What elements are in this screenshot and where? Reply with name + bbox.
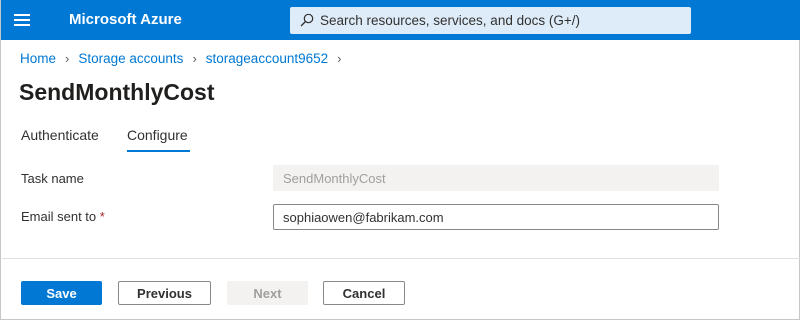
tab-configure[interactable]: Configure [127,127,188,143]
tab-authenticate[interactable]: Authenticate [21,127,99,143]
hamburger-icon[interactable] [14,14,30,26]
window-frame: Microsoft Azure Search resources, servic… [0,0,800,320]
email-label-text: Email sent to [21,209,97,224]
brand-title[interactable]: Microsoft Azure [69,11,182,28]
breadcrumb: Home › Storage accounts › storageaccount… [20,51,350,66]
cancel-button[interactable]: Cancel [323,281,405,305]
search-placeholder: Search resources, services, and docs (G+… [320,13,580,28]
previous-button[interactable]: Previous [118,281,211,305]
chevron-right-icon: › [337,51,342,66]
email-field[interactable] [273,204,719,230]
chevron-right-icon: › [192,51,197,66]
breadcrumb-storage-accounts[interactable]: Storage accounts [78,51,183,66]
task-name-label: Task name [21,171,84,186]
search-icon [300,13,314,27]
breadcrumb-storage-account[interactable]: storageaccount9652 [206,51,328,66]
task-name-field [273,165,719,191]
footer-divider [2,258,800,259]
next-button: Next [227,281,308,305]
save-button[interactable]: Save [21,281,102,305]
required-marker: * [99,209,105,224]
email-label: Email sent to * [21,209,105,224]
active-tab-indicator [127,150,190,152]
breadcrumb-home[interactable]: Home [20,51,56,66]
top-bar: Microsoft Azure Search resources, servic… [1,0,800,40]
page-title: SendMonthlyCost [19,79,215,105]
chevron-right-icon: › [65,51,70,66]
search-box[interactable]: Search resources, services, and docs (G+… [290,7,691,34]
